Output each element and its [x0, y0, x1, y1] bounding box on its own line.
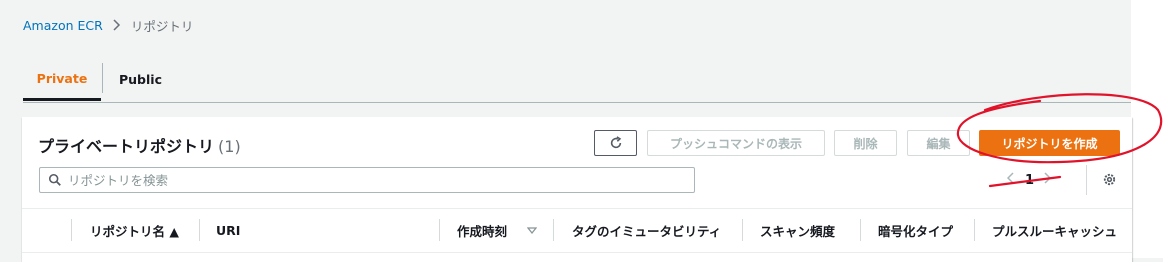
repository-tabs: Private Public: [23, 58, 1131, 103]
column-divider: [71, 219, 72, 241]
edit-button[interactable]: 編集: [907, 130, 970, 156]
column-divider: [439, 219, 440, 241]
breadcrumb: Amazon ECR リポジトリ: [23, 16, 193, 34]
panel-header: プライベートリポジトリ (1) プッシュコマンドの表示 削除 編集 リポジトリを作…: [22, 117, 1132, 207]
tab-public[interactable]: Public: [103, 58, 178, 101]
repositories-panel: プライベートリポジトリ (1) プッシュコマンドの表示 削除 編集 リポジトリを作…: [22, 117, 1132, 262]
chevron-right-icon[interactable]: [1044, 172, 1052, 188]
column-divider: [742, 219, 743, 241]
panel-title-text: プライベートリポジトリ: [38, 137, 215, 156]
right-edge-strip: [1131, 0, 1163, 258]
pager-divider: [1086, 165, 1087, 195]
tab-private[interactable]: Private: [23, 58, 101, 101]
repository-count: (1): [218, 137, 241, 156]
column-divider: [199, 219, 200, 241]
column-created-at-label: 作成時刻: [457, 224, 508, 239]
refresh-icon: [610, 136, 621, 149]
column-divider: [553, 219, 554, 241]
search-box[interactable]: [39, 167, 695, 193]
column-scan-frequency[interactable]: スキャン頻度: [760, 209, 835, 252]
pagination: 1: [1006, 169, 1052, 191]
breadcrumb-root-link[interactable]: Amazon ECR: [23, 18, 103, 33]
gear-icon[interactable]: [1102, 172, 1117, 187]
column-divider: [860, 219, 861, 241]
column-repository-name[interactable]: リポジトリ名 ▲: [90, 209, 179, 252]
table-header: リポジトリ名 ▲ URI 作成時刻 タグのイミュータビリティ スキャン頻度 暗号…: [22, 208, 1132, 253]
column-pull-through-cache[interactable]: プルスルーキャッシュ: [992, 209, 1117, 252]
refresh-button[interactable]: [594, 130, 637, 156]
search-input[interactable]: [68, 172, 668, 188]
column-uri[interactable]: URI: [216, 209, 240, 252]
column-tag-immutability[interactable]: タグのイミュータビリティ: [572, 209, 721, 252]
sort-caret-icon: [527, 226, 538, 235]
create-repository-button[interactable]: リポジトリを作成: [979, 130, 1120, 156]
column-encryption-type[interactable]: 暗号化タイプ: [878, 209, 953, 252]
chevron-right-icon: [113, 19, 121, 31]
column-created-at[interactable]: 作成時刻: [457, 209, 538, 252]
page-number[interactable]: 1: [1025, 173, 1034, 188]
panel-title: プライベートリポジトリ (1): [38, 133, 241, 157]
chevron-left-icon[interactable]: [1006, 172, 1015, 188]
breadcrumb-current: リポジトリ: [130, 18, 194, 34]
view-push-commands-button[interactable]: プッシュコマンドの表示: [647, 130, 825, 156]
column-divider: [974, 219, 975, 241]
delete-button[interactable]: 削除: [834, 130, 897, 156]
search-icon: [48, 173, 62, 187]
